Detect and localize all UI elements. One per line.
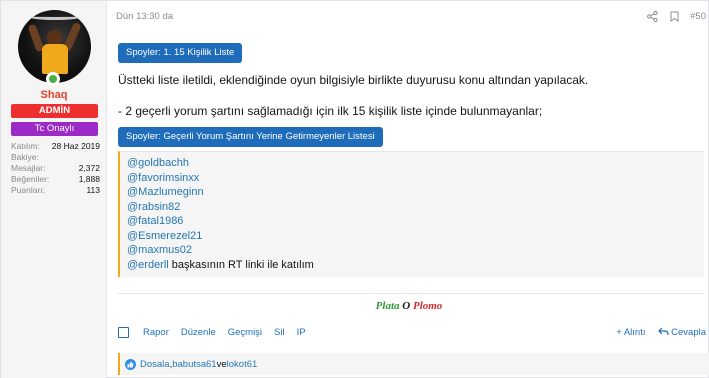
post-text-line: Üstteki liste iletildi, eklendiğinde oyu… (118, 73, 589, 87)
stat-label: Puanları: (11, 185, 46, 195)
reply-label: Cevapla (671, 327, 706, 338)
avatar-hoop (26, 12, 84, 20)
user-mention[interactable]: @fatal1986 (127, 215, 183, 227)
mention-row: @favorimsinxx (127, 171, 314, 186)
post-text-line: - 2 geçerli yorum şartını sağlamadığı iç… (118, 104, 543, 118)
spoiler-button-list-15[interactable]: Spoyler: 1. 15 Kişilik Liste (118, 43, 243, 63)
bookmark-icon[interactable] (668, 10, 680, 22)
user-mention[interactable]: @Mazlumeginn (127, 186, 204, 198)
user-mention[interactable]: @maxmus02 (127, 244, 192, 256)
admin-badge: ADMİN (11, 104, 98, 118)
user-stats: Katılım: 28 Haz 2019 Bakiye: Mesajlar: 2… (11, 141, 100, 196)
signature-divider (118, 293, 704, 294)
edit-link[interactable]: Düzenle (181, 327, 216, 338)
post-actions-left: Rapor Düzenle Geçmişi Sil IP (118, 327, 306, 338)
spoiler-content: @goldbachh @favorimsinxx @Mazlumeginn @r… (118, 151, 704, 277)
mention-row: @rabsin82 (127, 200, 314, 215)
mention-row: @fatal1986 (127, 214, 314, 229)
reaction-user-link[interactable]: Dosala (140, 359, 170, 370)
stat-messages: Mesajlar: 2,372 (11, 163, 100, 174)
history-link[interactable]: Geçmişi (228, 327, 262, 338)
online-status-icon (46, 72, 60, 86)
stat-value: 113 (86, 185, 100, 195)
reaction-conjunction: ve (216, 358, 227, 370)
like-icon (125, 358, 136, 370)
mention-row: @erderll başkasının RT linki ile katılım (127, 258, 314, 273)
stat-value: 1,888 (78, 174, 100, 184)
stat-balance: Bakiye: (11, 152, 100, 163)
report-link[interactable]: Rapor (143, 327, 169, 338)
user-mention[interactable]: @favorimsinxx (127, 172, 199, 184)
user-column: Shaq ADMİN Tc Onaylı Katılım: 28 Haz 201… (1, 1, 107, 378)
stat-likes: Beğeniler: 1,888 (11, 174, 100, 185)
user-signature: Plata O Plomo (108, 300, 709, 312)
mention-row: @Mazlumeginn (127, 185, 314, 200)
post-timestamp[interactable]: Dün 13:30 da (116, 11, 173, 22)
stat-points: Puanları: 113 (11, 185, 100, 196)
mention-note: başkasının RT linki ile katılım (168, 258, 314, 271)
mention-row: @Esmerezel21 (127, 229, 314, 244)
mention-row: @maxmus02 (127, 243, 314, 258)
reaction-user-link[interactable]: lokot61 (227, 359, 258, 370)
share-icon[interactable] (646, 10, 658, 22)
user-mention[interactable]: @goldbachh (127, 157, 189, 169)
user-mention[interactable]: @rabsin82 (127, 201, 180, 213)
stat-value: 2,372 (78, 163, 100, 173)
reply-icon (657, 327, 669, 336)
stat-value: 28 Haz 2019 (51, 141, 100, 151)
post-meta-tools: #50 (646, 10, 706, 22)
stat-label: Beğeniler: (11, 174, 50, 184)
message-post: Shaq ADMİN Tc Onaylı Katılım: 28 Haz 201… (0, 0, 709, 378)
tc-verified-badge: Tc Onaylı (11, 122, 98, 136)
message-main: Dün 13:30 da #50 Spoyler: 1. 15 Kişilik … (108, 1, 709, 378)
stat-label: Katılım: (11, 141, 40, 151)
ip-link[interactable]: IP (297, 327, 306, 338)
post-number[interactable]: #50 (690, 11, 706, 22)
signature-part: Plomo (410, 300, 443, 312)
avatar-jersey (42, 44, 68, 74)
mention-list: @goldbachh @favorimsinxx @Mazlumeginn @r… (127, 156, 314, 272)
delete-link[interactable]: Sil (274, 327, 285, 338)
reactions-bar: Dosala, babutsa61 ve lokot61 (118, 353, 709, 375)
stat-label: Bakiye: (11, 152, 39, 162)
stat-label: Mesajlar: (11, 163, 46, 173)
mention-row: @goldbachh (127, 156, 314, 171)
username[interactable]: Shaq (1, 89, 107, 101)
stat-joined: Katılım: 28 Haz 2019 (11, 141, 100, 152)
post-actions-right: + Alıntı Cevapla (616, 327, 706, 338)
checkbox-icon[interactable] (118, 327, 129, 338)
reply-button[interactable]: Cevapla (657, 327, 706, 338)
quote-button[interactable]: + Alıntı (616, 327, 645, 338)
user-mention[interactable]: @erderll (127, 259, 169, 271)
spoiler-button-ineligible-list[interactable]: Spoyler: Geçerli Yorum Şartını Yerine Ge… (118, 127, 383, 147)
user-mention[interactable]: @Esmerezel21 (127, 230, 202, 242)
signature-part: Plata (375, 300, 403, 312)
reaction-user-link[interactable]: babutsa61 (172, 359, 216, 370)
